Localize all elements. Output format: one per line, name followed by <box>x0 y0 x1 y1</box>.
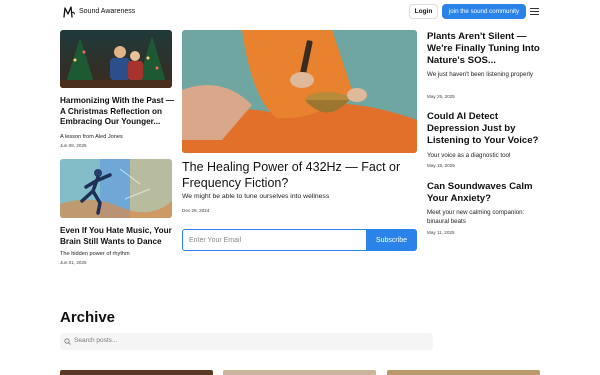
post-thumbnail-christmas[interactable] <box>60 30 172 88</box>
post-date: May 18, 2025 <box>427 163 455 168</box>
feature-post-title[interactable]: The Healing Power of 432Hz — Fact or Fre… <box>182 160 418 191</box>
post-date: Jun 08, 2025 <box>60 143 87 148</box>
feature-post-date: Dec 29, 2024 <box>182 208 210 213</box>
post-subtitle: The hidden power of rhythm <box>60 251 130 257</box>
search-icon <box>64 338 71 345</box>
post-subtitle: We just haven't been listening properly <box>427 71 533 78</box>
archive-post-thumbnail[interactable] <box>223 370 376 375</box>
archive-post-thumbnail[interactable] <box>60 370 213 375</box>
archive-heading: Archive <box>60 309 116 326</box>
post-subtitle: Meet your new calming companion: binaura… <box>427 209 525 225</box>
post-title[interactable]: Can Soundwaves Calm Your Anxiety? <box>427 181 547 205</box>
post-date: May 25, 2025 <box>427 94 455 99</box>
site-name[interactable]: Sound Awareness <box>79 8 135 15</box>
post-thumbnail-dance[interactable] <box>60 159 172 218</box>
post-title[interactable]: Plants Aren't Silent — We're Finally Tun… <box>427 31 547 67</box>
post-title[interactable]: Could AI Detect Depression Just by Liste… <box>427 111 547 147</box>
subscribe-button[interactable]: Subscribe <box>366 229 417 251</box>
search-placeholder: Search posts... <box>74 337 118 344</box>
post-title[interactable]: Even If You Hate Music, Your Brain Still… <box>60 226 175 247</box>
email-input[interactable]: Enter Your Email <box>182 229 367 251</box>
post-title[interactable]: Harmonizing With the Past — A Christmas … <box>60 96 175 128</box>
archive-post-thumbnail[interactable] <box>387 370 540 375</box>
feature-post-subtitle: We might be able to tune ourselves into … <box>182 193 330 200</box>
site-logo-icon[interactable] <box>62 5 76 19</box>
hamburger-menu-icon[interactable] <box>530 7 539 16</box>
post-subtitle: Your voice as a diagnostic tool <box>427 152 511 159</box>
post-subtitle: A lesson from Aled Jones <box>60 134 123 140</box>
login-button[interactable]: Login <box>409 4 438 19</box>
post-date: Jun 01, 2025 <box>60 260 87 265</box>
post-date: May 11, 2025 <box>427 230 455 235</box>
feature-image-singing-bowl[interactable] <box>182 30 417 153</box>
site-header: Sound Awareness Login join the sound com… <box>0 0 600 26</box>
join-community-button[interactable]: join the sound community <box>442 4 526 19</box>
